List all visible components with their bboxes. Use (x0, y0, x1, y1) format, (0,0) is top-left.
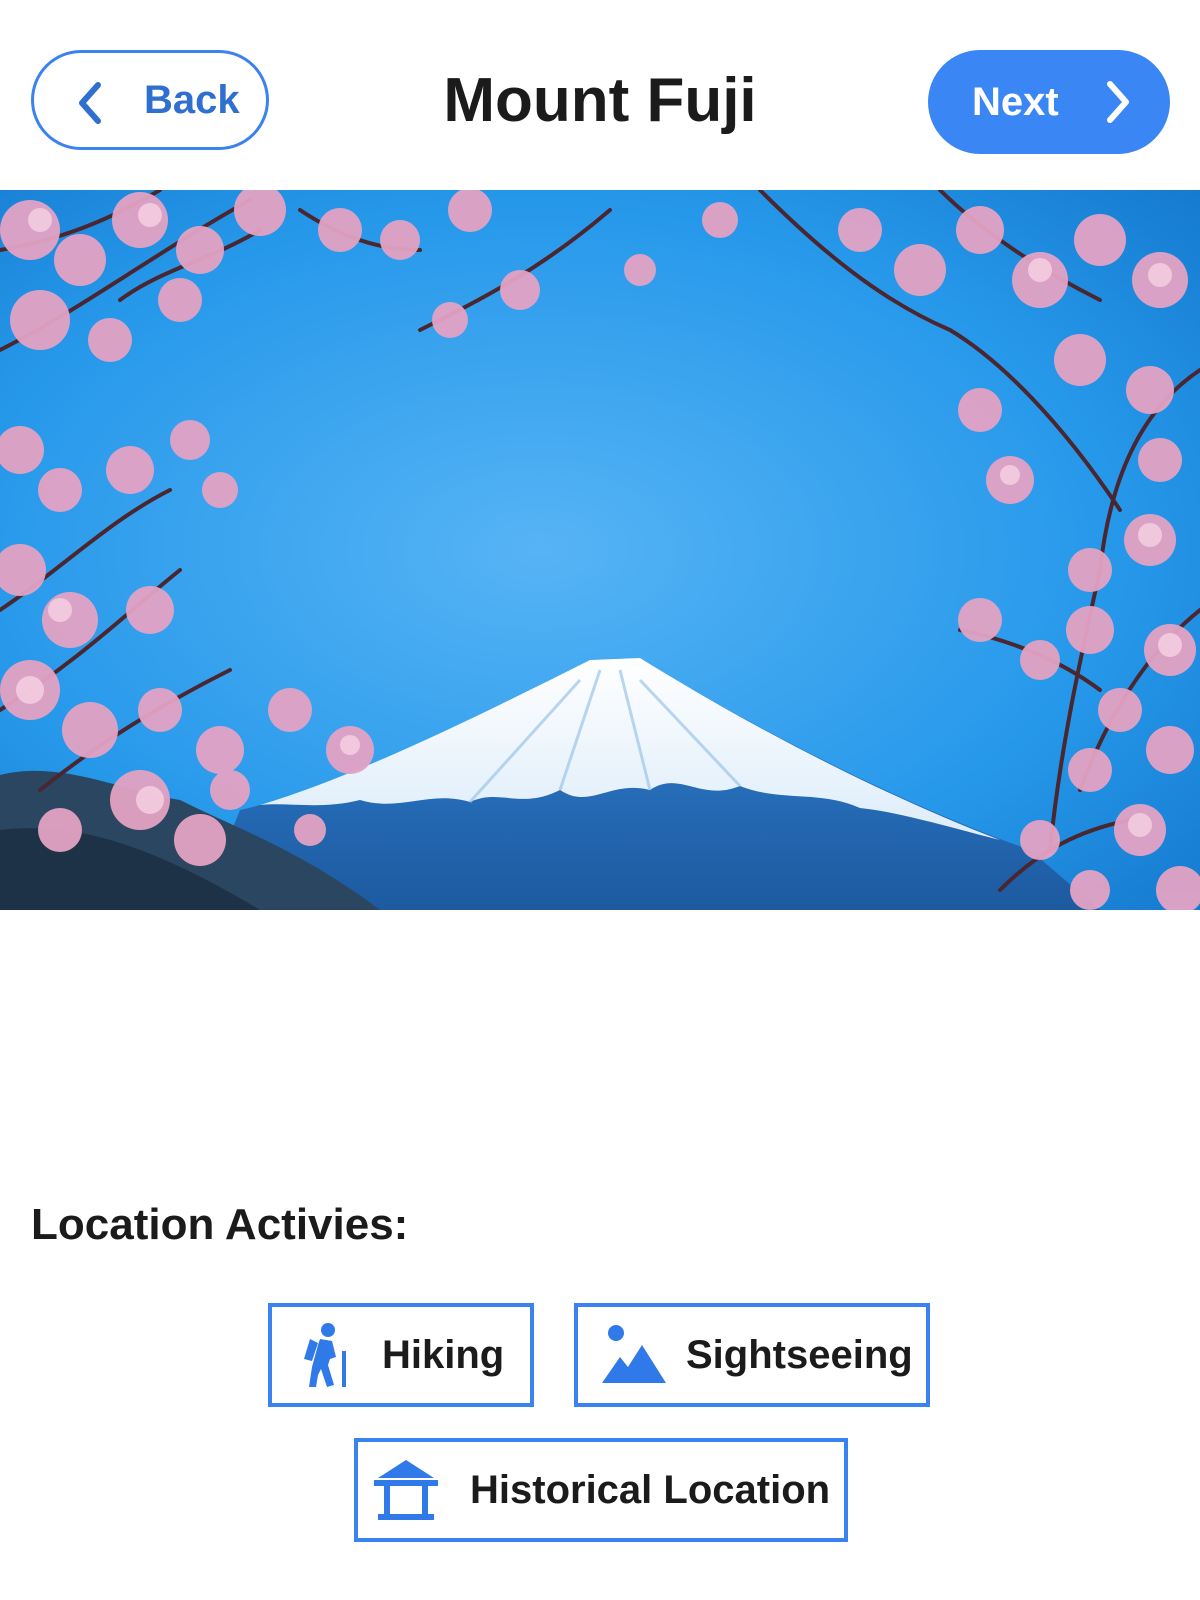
hero-image (0, 190, 1200, 910)
back-button-label: Back (144, 77, 240, 122)
temple-icon (374, 1460, 438, 1520)
landscape-icon (602, 1325, 666, 1383)
activity-chip-label: Historical Location (470, 1467, 831, 1512)
page-title: Mount Fuji (443, 65, 757, 135)
activity-chip-label: Sightseeing (686, 1332, 913, 1377)
chevron-right-icon (1107, 81, 1129, 123)
activity-chip-sightseeing[interactable]: Sightseeing (574, 1303, 930, 1407)
activity-chip-hiking[interactable]: Hiking (268, 1303, 534, 1407)
header: Back Mount Fuji Next (0, 0, 1200, 190)
hiking-icon (304, 1323, 346, 1387)
next-button-label: Next (972, 79, 1059, 124)
back-button[interactable]: Back (31, 50, 269, 150)
chevron-left-icon (79, 82, 101, 124)
mount-fuji-photo (0, 190, 1200, 910)
next-button[interactable]: Next (928, 50, 1170, 154)
activity-chip-label: Hiking (382, 1332, 505, 1377)
activity-chip-historical-location[interactable]: Historical Location (354, 1438, 848, 1542)
activities-heading: Location Activies: (31, 1200, 409, 1249)
